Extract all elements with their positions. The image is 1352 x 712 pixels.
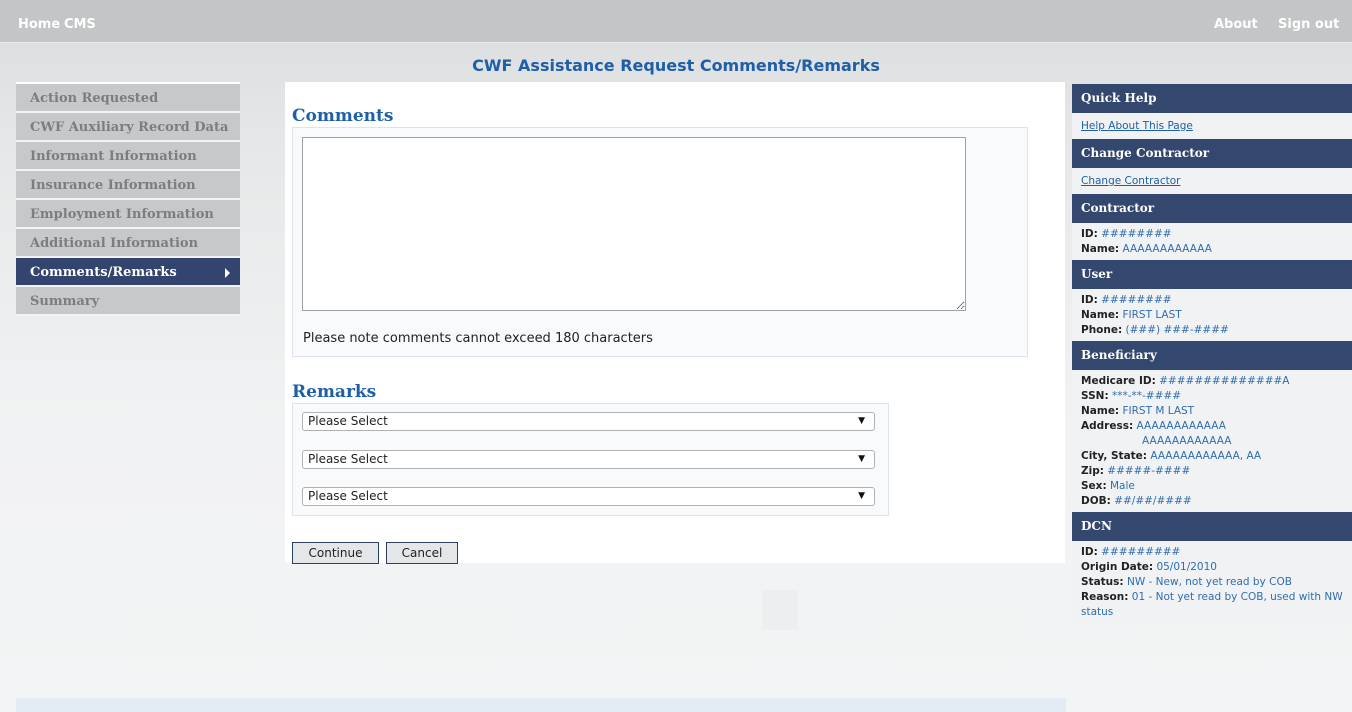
change-contractor-heading: Change Contractor [1072,139,1352,168]
nav-item-action-requested[interactable]: Action Requested [16,84,240,113]
contractor-id-label: ID: [1081,228,1098,240]
nav-item-label: Insurance Information [30,178,196,193]
comments-textarea[interactable] [302,137,966,311]
nav-item-label: Employment Information [30,207,214,222]
zip: #####-#### [1107,465,1191,477]
cancel-button[interactable]: Cancel [386,542,458,564]
footer-strip [16,698,1066,712]
nav-item-label: Summary [30,294,100,309]
nav-item-label: Action Requested [30,91,159,106]
city-state: AAAAAAAAAAAA, AA [1150,450,1262,462]
comments-heading: Comments [292,106,394,126]
nav-item-comments-remarks[interactable]: Comments/Remarks [16,258,240,287]
nav-item-label: Additional Information [30,236,199,251]
nav-item-informant-information[interactable]: Informant Information [16,142,240,171]
nav-item-cwf-auxiliary-record-data[interactable]: CWF Auxiliary Record Data [16,113,240,142]
contractor-heading: Contractor [1072,194,1352,223]
remarks-select-2[interactable]: Please Select ▼ [302,450,875,469]
ssn: ***-**-#### [1111,390,1182,402]
dcn-id: ######### [1101,546,1181,558]
about-link[interactable]: About [1214,17,1258,32]
select-value: Please Select [308,489,388,503]
address-line-2: AAAAAAAAAAAA [1142,435,1232,447]
page-title: CWF Assistance Request Comments/Remarks [472,56,880,75]
sex: Male [1110,480,1135,492]
contractor-name-label: Name: [1081,243,1120,255]
nav-item-label: CWF Auxiliary Record Data [30,120,229,135]
beneficiary-name-label: Name: [1081,405,1120,417]
sex-label: Sex: [1081,480,1107,492]
origin-date-label: Origin Date: [1081,561,1154,573]
continue-button[interactable]: Continue [292,542,379,564]
reason-label: Reason: [1081,591,1129,603]
comments-limit-note: Please note comments cannot exceed 180 c… [303,331,653,346]
nav-item-insurance-information[interactable]: Insurance Information [16,171,240,200]
beneficiary-section: Medicare ID: ##############A SSN: ***-**… [1072,370,1352,512]
nav-item-additional-information[interactable]: Additional Information [16,229,240,258]
chevron-right-icon [225,268,230,278]
dcn-section: ID: ######### Origin Date: 05/01/2010 St… [1072,541,1352,623]
change-contractor-link[interactable]: Change Contractor [1081,175,1180,187]
user-section: ID: ######## Name: FIRST LAST Phone: (##… [1072,289,1352,341]
help-about-page-link[interactable]: Help About This Page [1081,120,1193,132]
dropdown-arrow-icon: ▼ [858,454,865,464]
zip-label: Zip: [1081,465,1104,477]
status: NW - New, not yet read by COB [1126,576,1292,588]
dropdown-arrow-icon: ▼ [858,491,865,501]
background-block [762,590,798,630]
user-name-label: Name: [1081,309,1120,321]
status-label: Status: [1081,576,1124,588]
change-contractor-section: Change Contractor [1072,168,1352,194]
medicare-id: ##############A [1159,375,1290,387]
left-navigation: Action Requested CWF Auxiliary Record Da… [16,82,240,316]
dropdown-arrow-icon: ▼ [858,416,865,426]
beneficiary-name: FIRST M LAST [1122,405,1195,417]
nav-item-label: Comments/Remarks [30,265,177,280]
right-sidebar: Quick Help Help About This Page Change C… [1072,84,1352,623]
origin-date: 05/01/2010 [1156,561,1217,573]
contractor-id: ######## [1101,228,1172,240]
quick-help-heading: Quick Help [1072,84,1352,113]
beneficiary-heading: Beneficiary [1072,341,1352,370]
cms-link[interactable]: CMS [64,17,96,32]
ssn-label: SSN: [1081,390,1109,402]
remarks-select-1[interactable]: Please Select ▼ [302,412,875,431]
contractor-section: ID: ######## Name: AAAAAAAAAAAA [1072,223,1352,260]
quick-help-section: Help About This Page [1072,113,1352,139]
nav-item-label: Informant Information [30,149,197,164]
remarks-heading: Remarks [292,382,377,402]
nav-item-employment-information[interactable]: Employment Information [16,200,240,229]
select-value: Please Select [308,452,388,466]
user-heading: User [1072,260,1352,289]
contractor-name: AAAAAAAAAAAA [1122,243,1212,255]
sign-out-link[interactable]: Sign out [1278,17,1339,32]
home-link[interactable]: Home [18,17,60,32]
user-phone-label: Phone: [1081,324,1123,336]
remarks-select-3[interactable]: Please Select ▼ [302,487,875,506]
user-name: FIRST LAST [1122,309,1182,321]
user-id-label: ID: [1081,294,1098,306]
user-phone: (###) ###-#### [1125,324,1229,336]
nav-item-summary[interactable]: Summary [16,287,240,316]
user-id: ######## [1101,294,1172,306]
city-state-label: City, State: [1081,450,1148,462]
dob: ##/##/#### [1114,495,1192,507]
select-value: Please Select [308,414,388,428]
top-navigation-bar: Home CMS About Sign out [0,0,1352,43]
address-line-1: AAAAAAAAAAAA [1136,420,1226,432]
address-label: Address: [1081,420,1134,432]
dcn-id-label: ID: [1081,546,1098,558]
dcn-heading: DCN [1072,512,1352,541]
dob-label: DOB: [1081,495,1111,507]
medicare-id-label: Medicare ID: [1081,375,1156,387]
